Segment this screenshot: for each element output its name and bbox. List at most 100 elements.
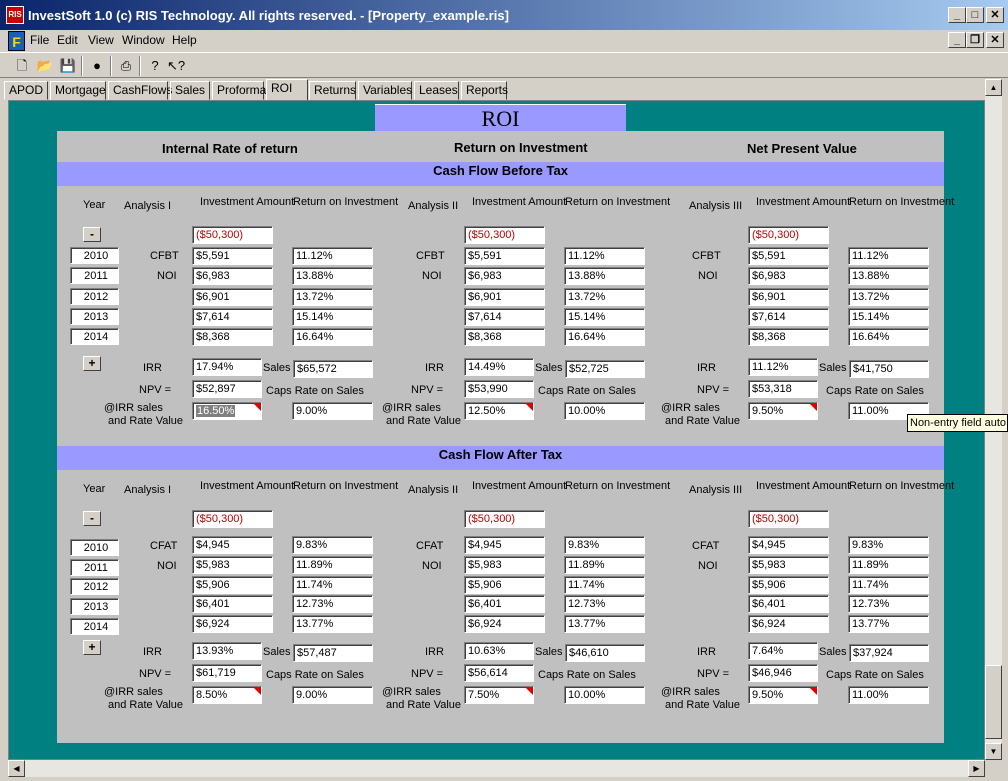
return-on-investment-field[interactable]: 11.74%: [848, 576, 929, 594]
investment-amount-field[interactable]: $5,906: [192, 576, 273, 594]
return-on-investment-field[interactable]: 12.73%: [848, 595, 929, 613]
tab-proforma[interactable]: Proforma: [212, 81, 266, 100]
year-field[interactable]: 2014: [70, 618, 119, 635]
sales-value-field[interactable]: $52,725: [565, 360, 645, 378]
return-on-investment-field[interactable]: 11.89%: [292, 556, 373, 574]
investment-amount-field[interactable]: $6,401: [192, 595, 273, 613]
return-on-investment-field[interactable]: 11.89%: [564, 556, 645, 574]
investment-amount-field[interactable]: $6,924: [464, 615, 545, 633]
expand-years-button[interactable]: +: [83, 640, 101, 655]
open-folder-icon[interactable]: 📂: [35, 56, 55, 76]
return-on-investment-field[interactable]: 15.14%: [564, 308, 645, 326]
app-icon[interactable]: RIS: [6, 6, 24, 24]
return-on-investment-field[interactable]: 9.83%: [292, 536, 373, 554]
minimize-icon[interactable]: _: [948, 7, 966, 23]
return-on-investment-field[interactable]: 13.88%: [848, 267, 929, 285]
scroll-right-icon[interactable]: ▶: [968, 760, 985, 777]
year-field[interactable]: 2013: [70, 308, 119, 325]
tab-cashflows[interactable]: CashFlows: [108, 81, 172, 100]
globe-icon[interactable]: ●: [87, 56, 107, 76]
investment-amount-field[interactable]: $5,983: [464, 556, 545, 574]
return-on-investment-field[interactable]: 13.88%: [292, 267, 373, 285]
irr-value-field[interactable]: 17.94%: [192, 358, 262, 376]
expand-years-button[interactable]: +: [83, 356, 101, 371]
investment-amount-field[interactable]: $6,901: [192, 288, 273, 306]
investment-amount-field[interactable]: $7,614: [192, 308, 273, 326]
return-on-investment-field[interactable]: 11.74%: [564, 576, 645, 594]
irr-rate-field[interactable]: 16.50%: [192, 402, 262, 420]
collapse-years-button[interactable]: -: [83, 227, 101, 242]
child-restore-icon[interactable]: ❐: [966, 32, 984, 48]
return-on-investment-field[interactable]: 13.72%: [564, 288, 645, 306]
irr-value-field[interactable]: 13.93%: [192, 642, 262, 660]
return-on-investment-field[interactable]: 13.72%: [292, 288, 373, 306]
scroll-thumb[interactable]: [985, 665, 1002, 739]
investment-amount-field[interactable]: $5,983: [192, 556, 273, 574]
irr-rate-field[interactable]: 12.50%: [464, 402, 534, 420]
irr-value-field[interactable]: 14.49%: [464, 358, 534, 376]
return-on-investment-field[interactable]: 13.72%: [848, 288, 929, 306]
investment-amount-field[interactable]: $5,591: [192, 247, 273, 265]
npv-value-field[interactable]: $56,614: [464, 664, 534, 682]
investment-amount-field[interactable]: $6,924: [748, 615, 829, 633]
return-on-investment-field[interactable]: 11.89%: [848, 556, 929, 574]
year-field[interactable]: 2014: [70, 328, 119, 345]
return-on-investment-field[interactable]: 11.74%: [292, 576, 373, 594]
investment-amount-field[interactable]: $5,983: [748, 556, 829, 574]
help-icon[interactable]: ?: [145, 56, 165, 76]
child-close-icon[interactable]: ✕: [986, 32, 1004, 48]
return-on-investment-field[interactable]: 9.83%: [564, 536, 645, 554]
npv-value-field[interactable]: $52,897: [192, 380, 262, 398]
new-file-icon[interactable]: 🗋: [12, 56, 32, 76]
tab-leases[interactable]: Leases: [414, 81, 459, 100]
sales-value-field[interactable]: $41,750: [849, 360, 929, 378]
close-icon[interactable]: ✕: [986, 7, 1004, 23]
sales-value-field[interactable]: $57,487: [293, 644, 373, 662]
investment-amount-field[interactable]: $6,983: [748, 267, 829, 285]
return-on-investment-field[interactable]: 16.64%: [564, 328, 645, 346]
return-on-investment-field[interactable]: 13.77%: [292, 615, 373, 633]
investment-amount-field[interactable]: $4,945: [464, 536, 545, 554]
initial-investment-field[interactable]: ($50,300): [748, 510, 829, 528]
year-field[interactable]: 2012: [70, 288, 119, 305]
tab-reports[interactable]: Reports: [461, 81, 508, 100]
return-on-investment-field[interactable]: 13.88%: [564, 267, 645, 285]
menu-edit[interactable]: Edit: [57, 33, 78, 47]
return-on-investment-field[interactable]: 13.77%: [848, 615, 929, 633]
sales-value-field[interactable]: $46,610: [565, 644, 645, 662]
return-on-investment-field[interactable]: 9.83%: [848, 536, 929, 554]
year-field[interactable]: 2010: [70, 247, 119, 264]
return-on-investment-field[interactable]: 16.64%: [848, 328, 929, 346]
caps-rate-field[interactable]: 11.00%: [848, 686, 929, 704]
scroll-up-icon[interactable]: ▲: [985, 79, 1002, 96]
irr-rate-field[interactable]: 9.50%: [748, 402, 818, 420]
return-on-investment-field[interactable]: 12.73%: [292, 595, 373, 613]
investment-amount-field[interactable]: $5,591: [464, 247, 545, 265]
irr-rate-field[interactable]: 7.50%: [464, 686, 534, 704]
irr-rate-field[interactable]: 9.50%: [748, 686, 818, 704]
initial-investment-field[interactable]: ($50,300): [464, 510, 545, 528]
return-on-investment-field[interactable]: 11.12%: [292, 247, 373, 265]
collapse-years-button[interactable]: -: [83, 511, 101, 526]
tab-apod[interactable]: APOD: [4, 81, 48, 100]
menu-window[interactable]: Window: [122, 33, 165, 47]
return-on-investment-field[interactable]: 13.77%: [564, 615, 645, 633]
initial-investment-field[interactable]: ($50,300): [192, 226, 273, 244]
menu-help[interactable]: Help: [172, 33, 197, 47]
year-field[interactable]: 2010: [70, 539, 119, 556]
year-field[interactable]: 2011: [70, 559, 119, 576]
irr-value-field[interactable]: 7.64%: [748, 642, 818, 660]
year-field[interactable]: 2012: [70, 578, 119, 595]
return-on-investment-field[interactable]: 16.64%: [292, 328, 373, 346]
initial-investment-field[interactable]: ($50,300): [748, 226, 829, 244]
investment-amount-field[interactable]: $5,906: [464, 576, 545, 594]
investment-amount-field[interactable]: $7,614: [464, 308, 545, 326]
year-field[interactable]: 2013: [70, 598, 119, 615]
investment-amount-field[interactable]: $5,906: [748, 576, 829, 594]
caps-rate-field[interactable]: 9.00%: [292, 686, 373, 704]
npv-value-field[interactable]: $61,719: [192, 664, 262, 682]
year-field[interactable]: 2011: [70, 267, 119, 284]
caps-rate-field[interactable]: 10.00%: [564, 686, 645, 704]
investment-amount-field[interactable]: $6,401: [748, 595, 829, 613]
menu-file[interactable]: File: [30, 33, 49, 47]
